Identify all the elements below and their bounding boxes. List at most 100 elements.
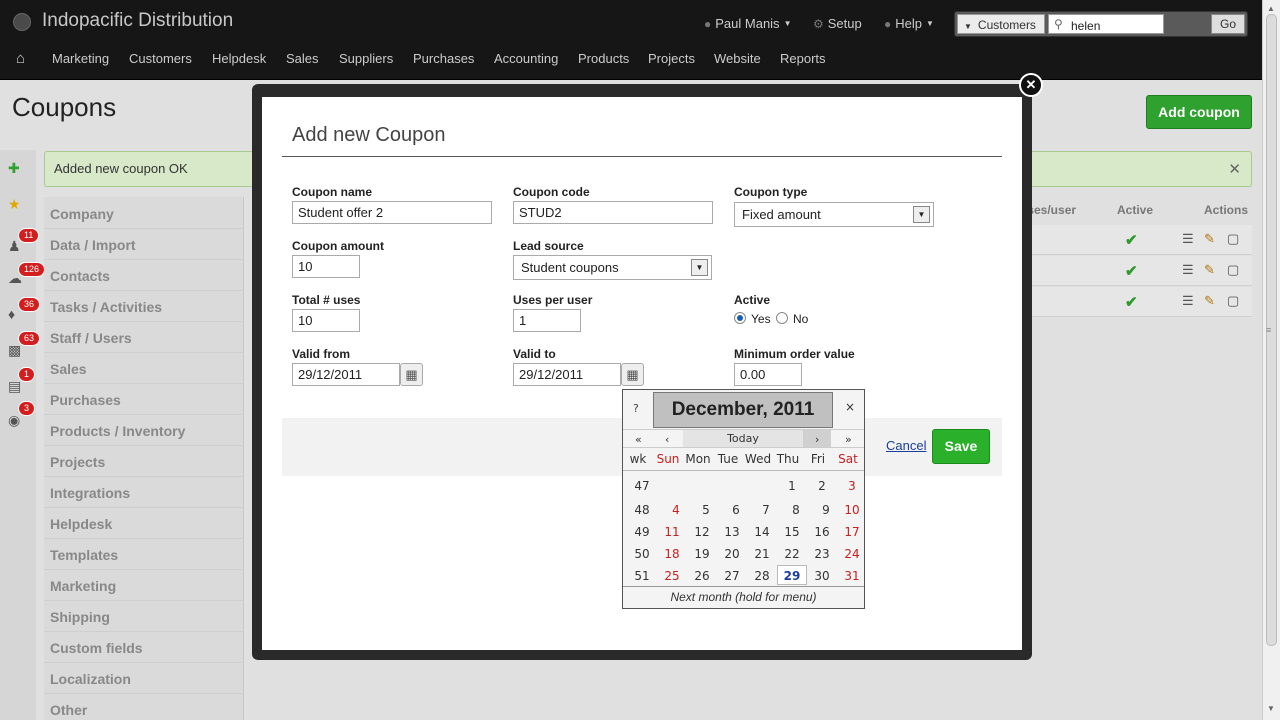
day-cell[interactable]: 15 (777, 525, 807, 539)
total-uses-field[interactable] (292, 309, 360, 332)
sidebar-item-shipping[interactable]: Shipping (50, 609, 110, 625)
sidebar-item-sales[interactable]: Sales (50, 361, 87, 377)
sidebar-item-custom-fields[interactable]: Custom fields (50, 640, 143, 656)
day-cell[interactable]: 4 (661, 503, 691, 517)
prev-month-icon[interactable]: ‹ (665, 433, 669, 446)
search-input[interactable] (1048, 14, 1164, 34)
day-cell[interactable]: 28 (747, 569, 777, 583)
add-icon[interactable]: ✚ (8, 160, 26, 178)
nav-projects[interactable]: Projects (648, 51, 695, 66)
day-cell[interactable]: 24 (837, 547, 867, 561)
sidebar-item-tasks[interactable]: Tasks / Activities (50, 299, 162, 315)
close-icon[interactable]: × (845, 400, 855, 414)
day-cell[interactable]: 5 (691, 503, 721, 517)
coupon-code-field[interactable] (513, 201, 713, 224)
calendar-icon[interactable]: ▦ (621, 363, 644, 386)
nav-helpdesk[interactable]: Helpdesk (212, 51, 266, 66)
sidebar-item-data-import[interactable]: Data / Import (50, 237, 136, 253)
sidebar-item-marketing[interactable]: Marketing (50, 578, 116, 594)
star-icon[interactable]: ★ (8, 196, 26, 214)
nav-purchases[interactable]: Purchases (413, 51, 474, 66)
calendar-icon[interactable]: ▦ (400, 363, 423, 386)
nav-customers[interactable]: Customers (129, 51, 192, 66)
close-icon[interactable]: ✕ (1228, 160, 1241, 178)
nav-suppliers[interactable]: Suppliers (339, 51, 393, 66)
prev-year-icon[interactable]: « (635, 433, 642, 446)
edit-icon[interactable]: ✎ (1204, 262, 1215, 278)
day-cell[interactable]: 23 (807, 547, 837, 561)
day-cell[interactable]: 7 (751, 503, 781, 517)
barcode-icon[interactable]: ☰ (1182, 262, 1194, 278)
coupon-type-select[interactable]: Fixed amount ▼ (734, 202, 934, 227)
scroll-up-icon[interactable]: ▲ (1267, 4, 1275, 13)
barcode-icon[interactable]: ☰ (1182, 231, 1194, 247)
edit-icon[interactable]: ✎ (1204, 231, 1215, 247)
help-menu[interactable]: ● Help ▼ (884, 16, 934, 31)
save-button[interactable]: Save (932, 429, 990, 464)
cancel-link[interactable]: Cancel (886, 438, 926, 453)
sidebar-item-integrations[interactable]: Integrations (50, 485, 130, 501)
today-button[interactable]: Today (683, 430, 803, 447)
sidebar-item-staff[interactable]: Staff / Users (50, 330, 132, 346)
lead-source-select[interactable]: Student coupons ▼ (513, 255, 712, 280)
day-cell[interactable]: 1 (777, 479, 807, 493)
scroll-down-icon[interactable]: ▼ (1267, 704, 1275, 713)
day-cell[interactable]: 6 (721, 503, 751, 517)
sidebar-item-purchases[interactable]: Purchases (50, 392, 121, 408)
day-cell[interactable]: 13 (717, 525, 747, 539)
nav-products[interactable]: Products (578, 51, 629, 66)
next-year-icon[interactable]: » (845, 433, 852, 446)
day-cell[interactable]: 14 (747, 525, 777, 539)
trash-icon[interactable]: ▢ (1227, 293, 1239, 309)
day-cell[interactable]: 31 (837, 569, 867, 583)
day-cell[interactable]: 3 (837, 479, 867, 493)
day-cell[interactable]: 21 (747, 547, 777, 561)
barcode-icon[interactable]: ☰ (1182, 293, 1194, 309)
coupon-amount-field[interactable] (292, 255, 360, 278)
close-icon[interactable]: ✕ (1019, 73, 1043, 97)
valid-from-field[interactable] (292, 363, 400, 386)
sidebar-item-other[interactable]: Other (50, 702, 87, 718)
sidebar-item-products[interactable]: Products / Inventory (50, 423, 185, 439)
day-cell[interactable]: 25 (657, 569, 687, 583)
day-cell[interactable]: 17 (837, 525, 867, 539)
brand-name[interactable]: Indopacific Distribution (42, 10, 233, 32)
active-yes-radio[interactable] (734, 312, 746, 324)
setup-link[interactable]: ⚙ Setup (813, 16, 862, 31)
nav-sales[interactable]: Sales (286, 51, 319, 66)
day-cell[interactable]: 20 (717, 547, 747, 561)
day-cell[interactable]: 27 (717, 569, 747, 583)
search-go-button[interactable]: Go (1211, 14, 1245, 34)
edit-icon[interactable]: ✎ (1204, 293, 1215, 309)
day-cell[interactable]: 10 (837, 503, 867, 517)
day-cell[interactable]: 18 (657, 547, 687, 561)
uses-per-user-field[interactable] (513, 309, 581, 332)
day-cell[interactable]: 30 (807, 569, 837, 583)
trash-icon[interactable]: ▢ (1227, 262, 1239, 278)
day-cell[interactable]: 16 (807, 525, 837, 539)
day-cell[interactable]: 8 (781, 503, 811, 517)
sidebar-item-contacts[interactable]: Contacts (50, 268, 110, 284)
sidebar-item-localization[interactable]: Localization (50, 671, 131, 687)
day-cell[interactable]: 12 (687, 525, 717, 539)
valid-to-field[interactable] (513, 363, 621, 386)
active-no-radio[interactable] (776, 312, 788, 324)
day-cell[interactable]: 26 (687, 569, 717, 583)
trash-icon[interactable]: ▢ (1227, 231, 1239, 247)
nav-marketing[interactable]: Marketing (52, 51, 109, 66)
sidebar-item-helpdesk[interactable]: Helpdesk (50, 516, 112, 532)
sidebar-item-company[interactable]: Company (50, 206, 114, 222)
add-coupon-button[interactable]: Add coupon (1146, 95, 1252, 129)
search-scope-select[interactable]: ▼ Customers (957, 14, 1045, 34)
sidebar-item-projects[interactable]: Projects (50, 454, 105, 470)
coupon-name-field[interactable] (292, 201, 492, 224)
next-month-icon[interactable]: › (815, 433, 819, 446)
day-cell[interactable]: 19 (687, 547, 717, 561)
day-cell[interactable]: 2 (807, 479, 837, 493)
min-order-field[interactable] (734, 363, 802, 386)
page-scrollbar[interactable]: ▲ ≡ ▼ (1262, 0, 1280, 720)
sidebar-item-templates[interactable]: Templates (50, 547, 118, 563)
nav-accounting[interactable]: Accounting (494, 51, 558, 66)
selected-day-cell[interactable]: 29 (777, 565, 807, 585)
nav-reports[interactable]: Reports (780, 51, 826, 66)
